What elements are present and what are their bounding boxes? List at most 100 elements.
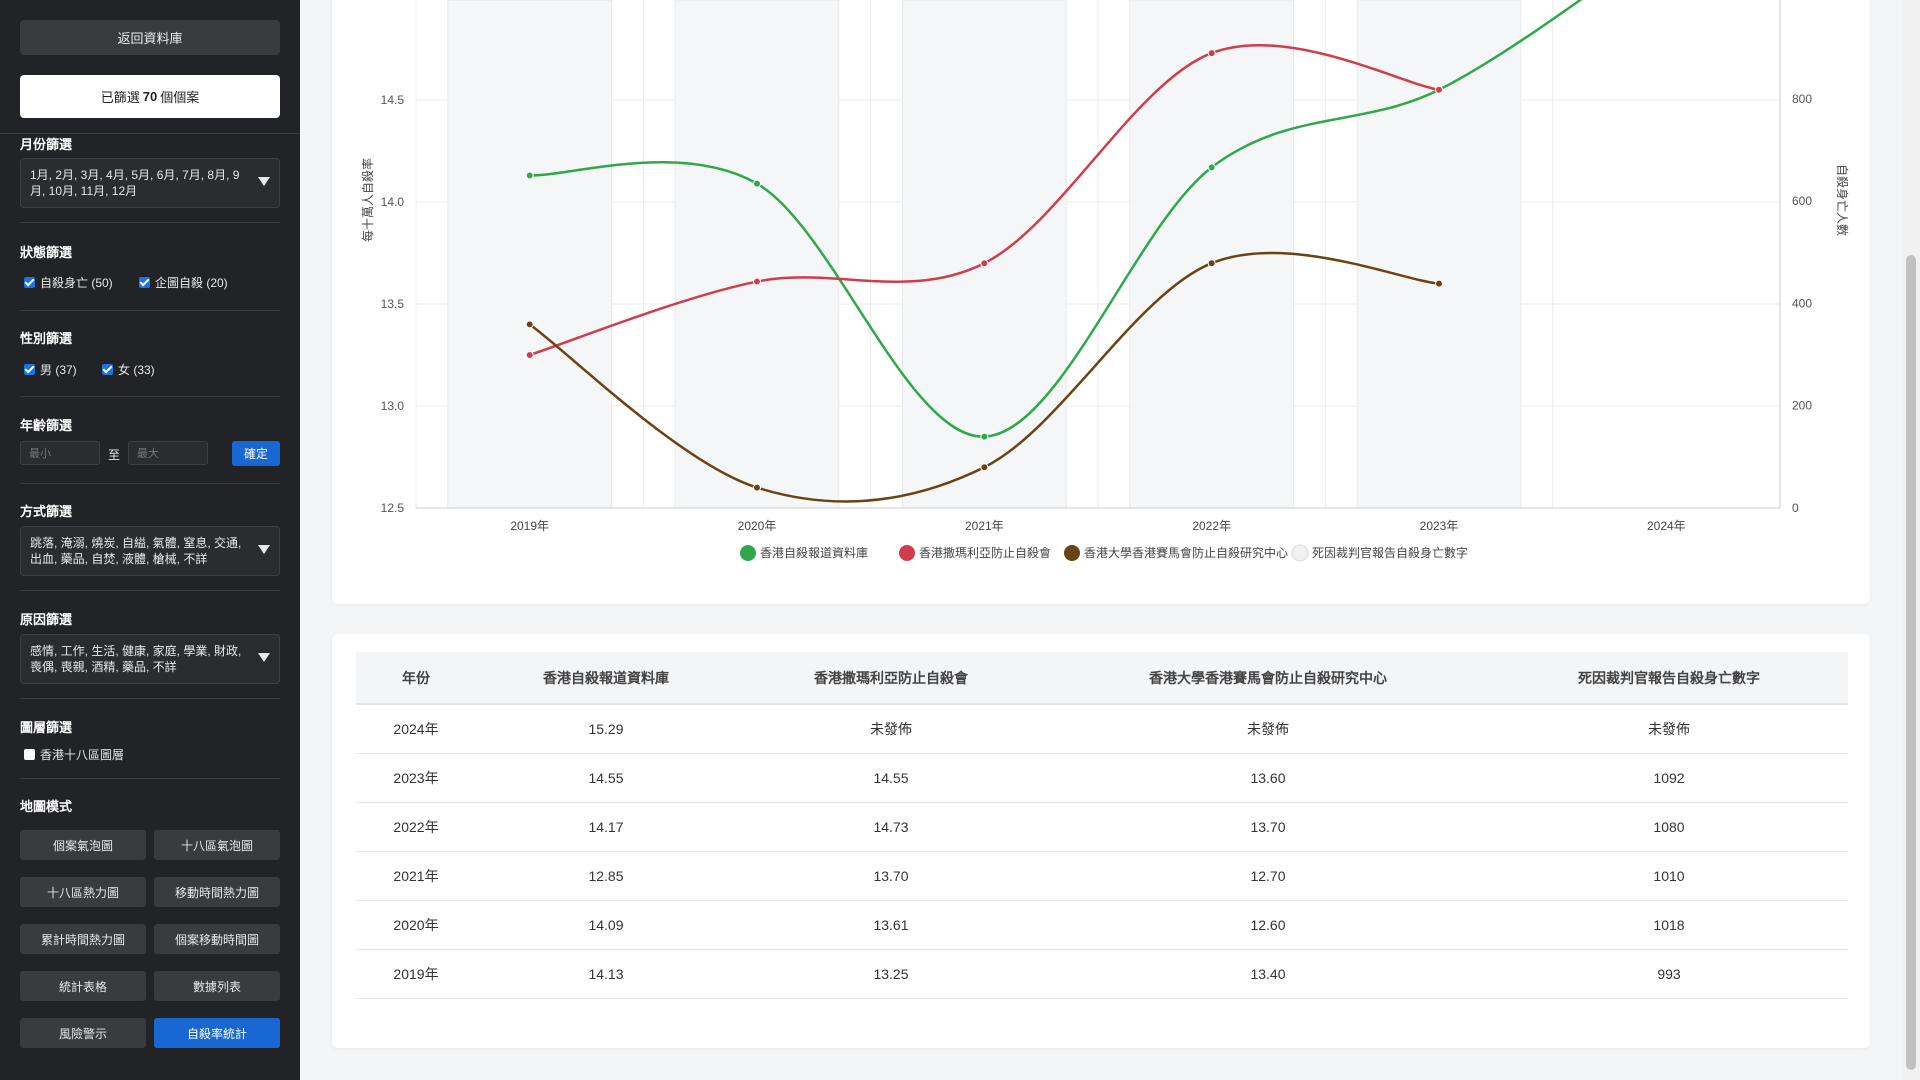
y2-tick-label: 200 — [1792, 399, 1812, 413]
status-option-death[interactable]: 自殺身亡 (50) — [24, 274, 113, 291]
data-point — [753, 483, 761, 492]
chevron-down-icon — [258, 545, 270, 554]
mode-cumulative-heatmap-button[interactable]: 累計時間熱力圖 — [20, 924, 146, 954]
legend-swatch — [740, 545, 756, 561]
method-filter-select[interactable]: 跳落, 淹溺, 燒炭, 自縊, 氣體, 窒息, 交通, 出血, 藥品, 自焚, … — [20, 526, 280, 576]
table-header: 死因裁判官報告自殺身亡數字 — [1490, 652, 1848, 705]
mode-case-travel-time-button[interactable]: 個案移動時間圖 — [154, 924, 280, 954]
status-option-attempt[interactable]: 企圖自殺 (20) — [139, 274, 228, 291]
gender-filter-title: 性別篩選 — [20, 331, 73, 346]
table-header-row: 年份 香港自殺報道資料庫 香港撒瑪利亞防止自殺會 香港大學香港賽馬會防止自殺研究… — [356, 652, 1848, 705]
table-row: 2021年 12.85 13.70 12.70 1010 — [356, 851, 1848, 901]
checkbox-checked-icon[interactable] — [102, 364, 113, 375]
table-cell: 12.85 — [476, 851, 736, 901]
legend-swatch — [1064, 545, 1080, 561]
status-filter-title: 狀態篩選 — [20, 245, 73, 260]
table-cell: 2022年 — [356, 802, 476, 852]
table-row: 2019年 14.13 13.25 13.40 993 — [356, 949, 1848, 999]
x-tick-label: 2024年 — [1647, 519, 1686, 533]
legend-label: 死因裁判官報告自殺身亡數字 — [1312, 545, 1468, 560]
data-point — [753, 277, 761, 286]
table-cell: 未發佈 — [1046, 704, 1490, 754]
table-row: 2022年 14.17 14.73 13.70 1080 — [356, 802, 1848, 852]
table-cell: 13.70 — [736, 851, 1046, 901]
filtered-count: 70 — [142, 89, 158, 104]
table-cell: 14.17 — [476, 802, 736, 852]
chevron-down-icon — [258, 653, 270, 662]
reason-filter-select[interactable]: 感情, 工作, 生活, 健康, 家庭, 學業, 財政, 喪偶, 喪親, 酒精, … — [20, 634, 280, 684]
y-tick-label: 13.5 — [381, 297, 405, 311]
section-divider — [20, 222, 280, 223]
table-cell: 12.70 — [1046, 851, 1490, 901]
checkbox-checked-icon[interactable] — [139, 277, 150, 288]
month-filter-title: 月份篩選 — [20, 137, 73, 152]
table-cell: 1080 — [1490, 802, 1848, 852]
y-tick-label: 13.0 — [381, 399, 405, 413]
data-point — [980, 259, 989, 268]
section-divider — [20, 698, 280, 699]
checkbox-checked-icon[interactable] — [24, 364, 35, 375]
filtered-count-button[interactable]: 已篩選 70 個個案 — [20, 75, 280, 118]
table-cell: 13.25 — [736, 949, 1046, 999]
data-bar — [447, 0, 613, 509]
gender-option-female[interactable]: 女 (33) — [102, 361, 155, 378]
table-cell: 2023年 — [356, 753, 476, 803]
checkbox-unchecked-icon[interactable] — [24, 749, 35, 760]
mode-case-bubble-button[interactable]: 個案氣泡圖 — [20, 830, 146, 860]
table-cell: 14.09 — [476, 900, 736, 950]
age-filter-title: 年齡篩選 — [20, 418, 73, 433]
table-cell: 14.13 — [476, 949, 736, 999]
layer-option-label: 香港十八區圖層 — [40, 748, 125, 762]
checkbox-checked-icon[interactable] — [24, 277, 35, 288]
page-scrollbar-thumb[interactable] — [1906, 255, 1916, 1070]
table-cell: 2019年 — [356, 949, 476, 999]
y2-tick-label: 800 — [1792, 92, 1812, 106]
section-divider — [20, 778, 280, 779]
data-point — [1207, 163, 1216, 172]
mode-district-heatmap-button[interactable]: 十八區熱力圖 — [20, 877, 146, 907]
reason-filter-title: 原因篩選 — [20, 612, 73, 627]
mode-district-bubble-button[interactable]: 十八區氣泡圖 — [154, 830, 280, 860]
x-tick-label: 2021年 — [965, 519, 1004, 533]
mode-risk-alert-button[interactable]: 風險警示 — [20, 1018, 146, 1048]
mode-travel-time-heatmap-button[interactable]: 移動時間熱力圖 — [154, 877, 280, 907]
data-point — [1435, 279, 1443, 288]
table-header: 年份 — [356, 652, 476, 705]
data-point — [1207, 259, 1216, 268]
status-option-label: 企圖自殺 (20) — [155, 276, 228, 290]
suicide-rate-chart: 12.5 13.0 13.5 14.0 14.5 0 200 400 600 800 2019年 20… — [360, 0, 1850, 562]
age-min-input[interactable]: 最小 — [20, 441, 100, 465]
mode-data-list-button[interactable]: 數據列表 — [154, 971, 280, 1001]
chart-card: 12.5 13.0 13.5 14.0 14.5 0 200 400 600 800 2019年 20… — [332, 0, 1870, 604]
reason-filter-value: 感情, 工作, 生活, 健康, 家庭, 學業, 財政, 喪偶, 喪親, 酒精, … — [30, 644, 242, 674]
sidebar: 返回資料庫 已篩選 70 個個案 月份篩選 1月, 2月, 3月, 4月, 5月, … — [0, 0, 300, 1080]
data-point — [980, 432, 989, 441]
y2-axis-title: 自殺身亡人數 — [1835, 164, 1850, 236]
y2-tick-label: 0 — [1792, 501, 1799, 515]
data-point — [525, 171, 534, 180]
table-row: 2020年 14.09 13.61 12.60 1018 — [356, 900, 1848, 950]
y2-tick-label: 600 — [1792, 194, 1812, 208]
mode-suicide-rate-button[interactable]: 自殺率統計 — [154, 1018, 280, 1048]
layer-option-18-districts[interactable]: 香港十八區圖層 — [24, 746, 124, 763]
table-cell: 2024年 — [356, 704, 476, 754]
gender-option-male[interactable]: 男 (37) — [24, 361, 77, 378]
gender-option-label: 女 (33) — [118, 363, 155, 377]
data-bar — [674, 0, 840, 509]
table-header: 香港自殺報道資料庫 — [476, 652, 736, 705]
section-divider — [20, 590, 280, 591]
month-filter-select[interactable]: 1月, 2月, 3月, 4月, 5月, 6月, 7月, 8月, 9月, 10月,… — [20, 158, 280, 208]
back-to-database-button[interactable]: 返回資料庫 — [20, 20, 280, 55]
age-confirm-button[interactable]: 確定 — [232, 441, 280, 466]
table-card: 年份 香港自殺報道資料庫 香港撒瑪利亞防止自殺會 香港大學香港賽馬會防止自殺研究… — [332, 634, 1870, 1048]
table-header: 香港大學香港賽馬會防止自殺研究中心 — [1046, 652, 1490, 705]
x-tick-label: 2019年 — [510, 519, 549, 533]
age-max-input[interactable]: 最大 — [128, 441, 208, 465]
table-cell: 1010 — [1490, 851, 1848, 901]
x-tick-label: 2023年 — [1420, 519, 1459, 533]
table-header: 香港撒瑪利亞防止自殺會 — [736, 652, 1046, 705]
section-divider — [20, 396, 280, 397]
chevron-down-icon — [258, 177, 270, 186]
table-cell: 993 — [1490, 949, 1848, 999]
mode-stats-table-button[interactable]: 統計表格 — [20, 971, 146, 1001]
